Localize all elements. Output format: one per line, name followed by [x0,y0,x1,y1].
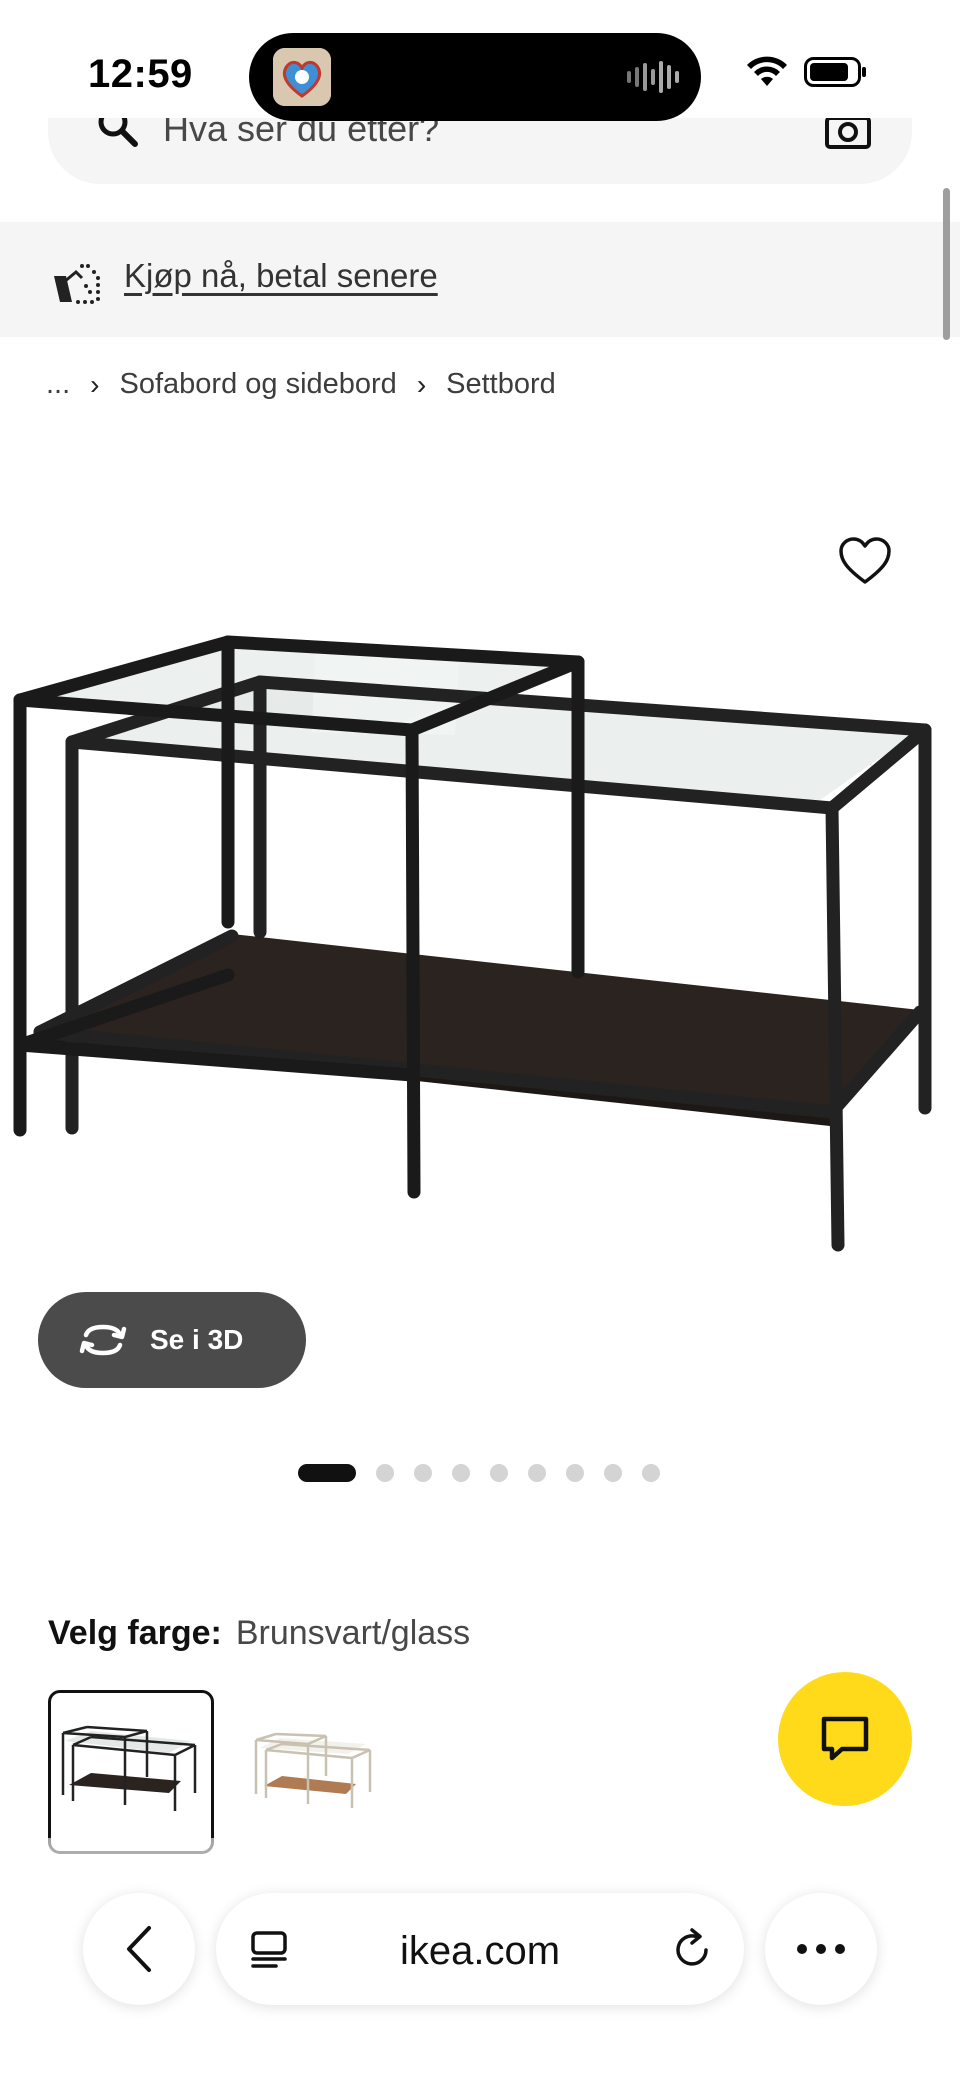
more-button[interactable] [765,1893,877,2005]
image-pagination [298,1464,680,1482]
more-icon [797,1944,845,1954]
color-picker-label: Velg farge: Brunsvart/glass [48,1614,470,1653]
pagination-dot[interactable] [566,1464,584,1482]
breadcrumb-sofabord[interactable]: Sofabord og sidebord [120,368,397,401]
pagination-dot[interactable] [414,1464,432,1482]
status-icons [746,56,868,88]
rotate-3d-icon [79,1324,127,1356]
product-page: 12:59 Hva ser du etter? Kjøp nå, betal s… [0,0,960,2087]
pagination-dot[interactable] [376,1464,394,1482]
pagination-dot[interactable] [452,1464,470,1482]
view-3d-button[interactable]: Se i 3D [38,1292,306,1388]
pagination-dot[interactable] [490,1464,508,1482]
back-icon [127,1926,151,1972]
product-image[interactable] [0,600,960,1300]
color-swatch-brunsvart[interactable] [48,1690,214,1854]
breadcrumb-ellipsis[interactable]: ... [46,368,70,401]
pagination-dot[interactable] [642,1464,660,1482]
status-time: 12:59 [88,52,193,96]
breadcrumb: ... › Sofabord og sidebord › Settbord [46,368,556,401]
app-icon [273,48,331,106]
status-bar: 12:59 [0,0,960,121]
chat-button[interactable] [778,1672,912,1806]
battery-icon [804,57,866,87]
chat-icon [821,1716,869,1761]
pagination-dot[interactable] [604,1464,622,1482]
pay-later-banner[interactable]: Kjøp nå, betal senere [0,222,960,337]
chevron-right-icon: › [416,368,427,400]
heart-icon[interactable] [838,536,892,586]
reload-icon[interactable] [670,1926,714,1972]
color-swatch-beige[interactable] [236,1690,402,1854]
pay-later-icon [54,264,100,304]
url-text[interactable]: ikea.com [216,1929,744,1974]
dynamic-island [249,33,701,121]
view-3d-label: Se i 3D [150,1324,244,1355]
color-label-title: Velg farge: [48,1614,222,1652]
pay-later-link[interactable]: Kjøp nå, betal senere [124,257,438,295]
audio-wave-icon [627,61,679,93]
back-button[interactable] [83,1893,195,2005]
pagination-dot[interactable] [528,1464,546,1482]
address-bar[interactable]: ikea.com [216,1893,744,2005]
scrollbar[interactable] [943,188,950,340]
chevron-right-icon: › [90,368,100,400]
selected-color-value: Brunsvart/glass [235,1614,471,1652]
wifi-icon [747,56,787,86]
breadcrumb-settbord[interactable]: Settbord [446,368,556,401]
pagination-dot-active[interactable] [298,1464,356,1482]
